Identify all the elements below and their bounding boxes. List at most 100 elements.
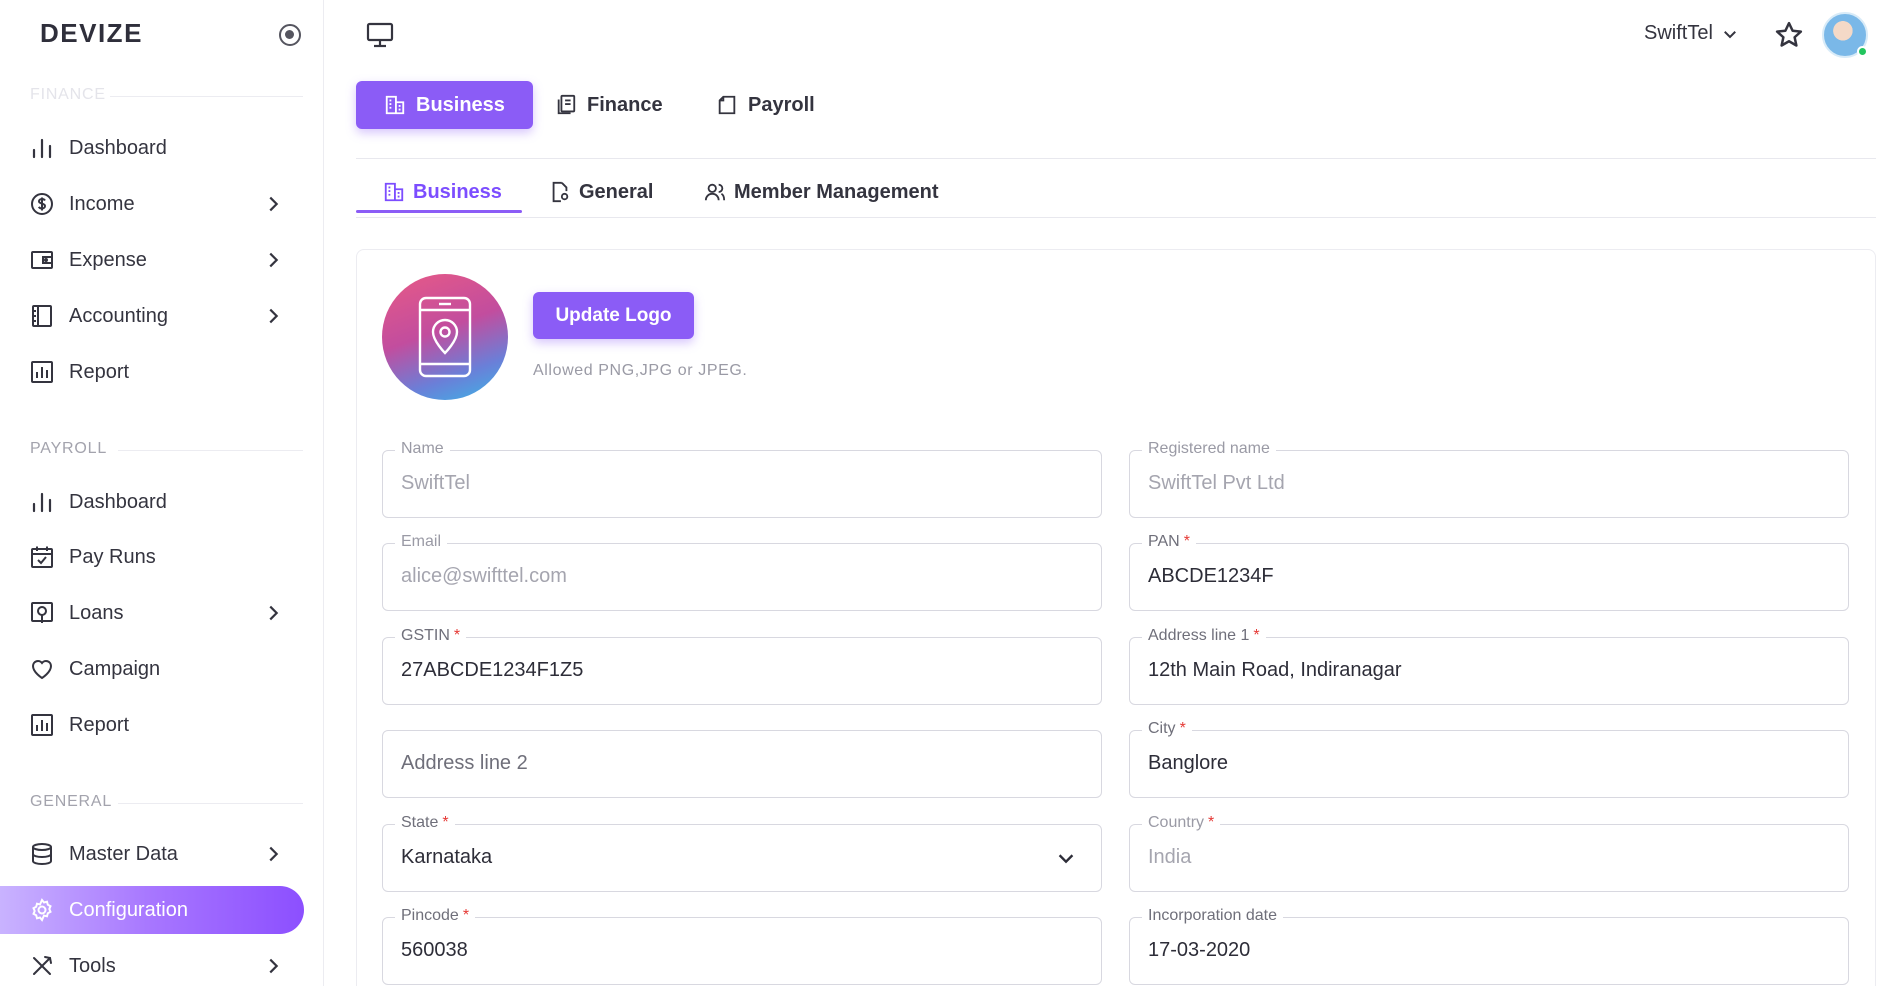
users-icon (704, 183, 726, 201)
bar-chart-icon (29, 489, 55, 515)
email-label-text: Email (401, 533, 442, 550)
incorporation-date-label-text: Incorporation date (1148, 907, 1277, 924)
sidebar-item-label: Report (69, 360, 130, 383)
pan-label: PAN * (1142, 533, 1196, 551)
name-field[interactable]: Name SwiftTel (382, 440, 1102, 518)
sidebar-item-finance-dashboard[interactable]: Dashboard (0, 124, 304, 172)
incorporation-date-value: 17-03-2020 (1148, 939, 1251, 961)
monitor-icon[interactable] (366, 22, 394, 48)
chevron-right-icon (269, 308, 279, 324)
state-label: State * (395, 814, 455, 832)
required-marker: * (1253, 627, 1260, 644)
pincode-value: 560038 (401, 939, 468, 961)
gear-icon (29, 897, 55, 923)
update-logo-button[interactable]: Update Logo (533, 292, 694, 339)
pincode-field[interactable]: Pincode * 560038 (382, 907, 1102, 985)
dollar-circle-icon (29, 191, 55, 217)
registered-name-field[interactable]: Registered name SwiftTel Pvt Ltd (1129, 440, 1849, 518)
chevron-right-icon (269, 196, 279, 212)
name-value: SwiftTel (401, 472, 470, 494)
incorporation-date-field[interactable]: Incorporation date 17-03-2020 (1129, 907, 1849, 985)
company-logo (382, 274, 508, 400)
sidebar-item-finance-report[interactable]: Report (0, 348, 304, 396)
gstin-label-text: GSTIN (401, 627, 450, 644)
section-divider (118, 803, 303, 804)
sidebar-item-master-data[interactable]: Master Data (0, 830, 304, 878)
document-settings-icon (552, 181, 569, 203)
sidebar-item-label: Income (69, 192, 135, 215)
email-field[interactable]: Email alice@swifttel.com (382, 533, 1102, 611)
sidebar-item-loans[interactable]: Loans (0, 589, 304, 637)
sidebar-item-campaign[interactable]: Campaign (0, 645, 304, 693)
subtab-label: General (579, 180, 654, 203)
sidebar-item-expense[interactable]: Expense (0, 236, 304, 284)
address-line2-field[interactable]: Address line 2 (382, 730, 1102, 798)
sidebar-item-income[interactable]: Income (0, 180, 304, 228)
building-icon (384, 182, 404, 202)
sidebar-item-label: Tools (69, 954, 116, 977)
brand-logo-text: DEVIZE (40, 18, 143, 48)
section-title-payroll: PAYROLL (30, 440, 108, 457)
subtabs-divider (356, 217, 1876, 218)
loan-icon (29, 600, 55, 626)
sidebar-item-configuration[interactable]: Configuration (0, 886, 304, 934)
city-field[interactable]: City * Banglore (1129, 720, 1849, 798)
section-title-general: GENERAL (30, 793, 113, 810)
tab-label: Business (416, 93, 505, 116)
sidebar-toggle-icon[interactable] (279, 24, 301, 46)
chevron-right-icon (269, 846, 279, 862)
country-label-text: Country (1148, 814, 1205, 831)
subtab-label: Business (413, 180, 502, 203)
email-label: Email (395, 533, 448, 551)
required-marker: * (462, 907, 470, 924)
email-value: alice@swifttel.com (401, 565, 567, 587)
pan-field[interactable]: PAN * ABCDE1234F (1129, 533, 1849, 611)
sidebar-item-label: Report (69, 713, 130, 736)
address-line1-label-text: Address line 1 (1148, 627, 1250, 644)
sidebar-item-pay-runs[interactable]: Pay Runs (0, 533, 304, 581)
sidebar-item-label: Pay Runs (69, 545, 156, 568)
chevron-down-icon (1723, 30, 1736, 38)
sidebar-item-label: Master Data (69, 842, 178, 865)
subtab-business[interactable]: Business (383, 172, 502, 212)
chevron-right-icon (269, 605, 279, 621)
tab-business[interactable]: Business (356, 81, 533, 129)
gstin-value: 27ABCDE1234F1Z5 (401, 659, 584, 681)
sidebar-item-payroll-report[interactable]: Report (0, 701, 304, 749)
sidebar-item-tools[interactable]: Tools (0, 942, 304, 986)
tools-icon (29, 953, 55, 979)
pincode-label: Pincode * (395, 907, 476, 925)
state-value: Karnataka (401, 846, 493, 868)
section-title-finance: FINANCE (30, 86, 106, 103)
chevron-right-icon (269, 958, 279, 974)
city-label: City * (1142, 720, 1192, 738)
incorporation-date-label: Incorporation date (1142, 907, 1283, 925)
sidebar-item-accounting[interactable]: Accounting (0, 292, 304, 340)
database-icon (29, 841, 55, 867)
state-select[interactable]: State * Karnataka (382, 814, 1102, 892)
star-icon[interactable] (1774, 20, 1804, 50)
subtab-general[interactable]: General (549, 172, 653, 212)
sidebar-item-label: Accounting (69, 304, 168, 327)
heart-icon (29, 656, 55, 682)
report-icon (29, 359, 55, 385)
tabs-divider (356, 158, 1876, 159)
registered-name-value: SwiftTel Pvt Ltd (1148, 472, 1285, 494)
required-marker: * (1208, 814, 1215, 831)
company-switcher[interactable]: SwiftTel (1644, 22, 1739, 45)
clipboard-icon (718, 95, 736, 115)
chevron-down-icon (1058, 854, 1074, 864)
sidebar-item-payroll-dashboard[interactable]: Dashboard (0, 478, 304, 526)
subtab-member-management[interactable]: Member Management (704, 172, 939, 212)
chevron-right-icon (269, 252, 279, 268)
gstin-field[interactable]: GSTIN * 27ABCDE1234F1Z5 (382, 627, 1102, 705)
tab-finance[interactable]: Finance (555, 81, 663, 129)
bar-chart-icon (29, 135, 55, 161)
address-line1-field[interactable]: Address line 1 * 12th Main Road, Indirana… (1129, 627, 1849, 705)
gstin-label: GSTIN * (395, 627, 467, 645)
registered-name-label-text: Registered name (1148, 440, 1270, 457)
tab-payroll[interactable]: Payroll (716, 81, 815, 129)
country-field[interactable]: Country * India (1129, 814, 1849, 892)
section-divider (110, 96, 303, 97)
company-name: SwiftTel (1644, 22, 1713, 44)
